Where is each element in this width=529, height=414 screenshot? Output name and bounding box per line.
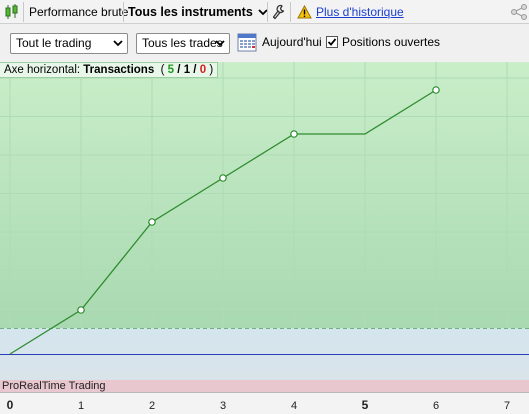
toolbar-divider (23, 2, 24, 22)
top-toolbar: Performance brute Tous les instruments P… (0, 0, 529, 24)
count-total: 5 (167, 64, 175, 76)
count-win: 1 (183, 64, 191, 76)
chevron-down-icon (113, 40, 123, 47)
today-label[interactable]: Aujourd'hui (262, 35, 322, 49)
data-point (219, 174, 227, 182)
warning-icon (297, 0, 312, 24)
chevron-down-icon (215, 40, 225, 47)
more-history-link[interactable]: Plus d'historique (316, 0, 404, 24)
calendar-icon[interactable] (237, 32, 257, 55)
profit-zone (0, 62, 529, 328)
performance-button[interactable]: Performance brute (29, 0, 128, 24)
open-positions-label[interactable]: Positions ouvertes (342, 35, 440, 49)
toolbar-divider (290, 2, 291, 22)
x-tick-label: 5 (362, 398, 369, 412)
toolbar-divider (123, 2, 124, 22)
share-icon[interactable] (509, 0, 529, 24)
count-sep-2: / (193, 64, 197, 76)
axis-caption-prefix: Axe horizontal: (4, 64, 81, 76)
trading-select-value: Tout le trading (16, 36, 92, 50)
data-point (77, 306, 85, 314)
toolbar-divider (267, 2, 268, 22)
trades-select-value: Tous les trades (142, 36, 223, 50)
axis-caption-name: Transactions (83, 64, 155, 76)
performance-chart: 01234567 (0, 62, 529, 414)
open-positions-checkbox[interactable] (326, 36, 338, 48)
trading-select[interactable]: Tout le trading (10, 33, 128, 54)
count-open: ( (160, 64, 165, 76)
x-tick-label: 7 (504, 400, 510, 412)
performance-label: Performance brute (29, 5, 129, 19)
candlestick-chart-icon[interactable] (4, 0, 20, 24)
data-point (290, 130, 298, 138)
axis-caption: Axe horizontal: Transactions ( 5 / 1 / 0… (0, 62, 219, 78)
x-tick-label: 4 (291, 400, 297, 412)
instruments-label: Tous les instruments (128, 5, 253, 19)
count-close: ) (209, 64, 214, 76)
count-sep-1: / (177, 64, 181, 76)
x-tick-label: 2 (149, 400, 155, 412)
x-tick-label: 1 (78, 400, 84, 412)
data-point (432, 86, 440, 94)
data-point (148, 218, 156, 226)
filter-bar: Tout le trading Tous les trades Aujourd'… (0, 25, 529, 62)
instruments-dropdown[interactable]: Tous les instruments (128, 0, 268, 24)
count-loss: 0 (199, 64, 207, 76)
footer-label: ProRealTime Trading (2, 380, 106, 392)
x-tick-label: 6 (433, 400, 439, 412)
x-tick-label: 0 (7, 398, 14, 412)
wrench-icon[interactable] (272, 0, 286, 24)
x-tick-label: 3 (220, 400, 226, 412)
checkmark-icon (327, 38, 337, 46)
trades-select[interactable]: Tous les trades (136, 33, 230, 54)
